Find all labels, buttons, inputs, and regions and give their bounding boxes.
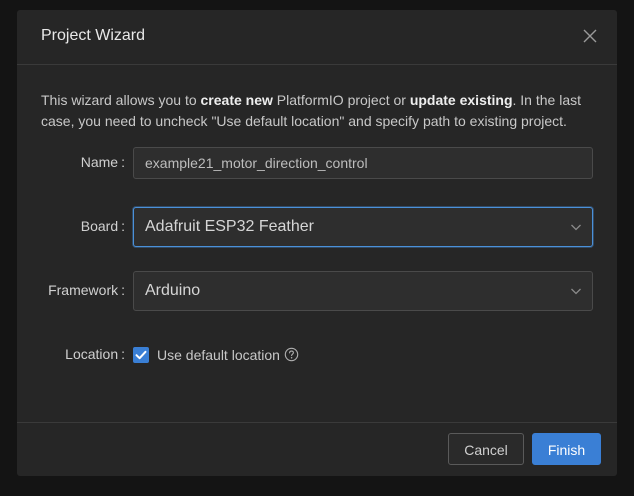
help-button[interactable]: [284, 347, 299, 362]
name-label: Name:: [80, 154, 125, 170]
location-label: Location:: [65, 346, 125, 362]
framework-label: Framework:: [48, 282, 125, 298]
finish-button[interactable]: Finish: [532, 433, 601, 465]
dialog-title: Project Wizard: [41, 27, 146, 44]
close-icon: [583, 29, 597, 43]
dialog-header: Project Wizard: [17, 10, 617, 65]
board-select[interactable]: Adafruit ESP32 Feather: [133, 207, 593, 247]
intro-bold-create-new: create new: [200, 92, 273, 108]
use-default-location-label[interactable]: Use default location: [157, 347, 280, 363]
check-icon: [135, 350, 147, 360]
close-button[interactable]: [581, 27, 599, 45]
project-wizard-dialog: Project Wizard This wizard allows you to…: [17, 10, 617, 476]
board-select-value: Adafruit ESP32 Feather: [145, 218, 314, 235]
chevron-down-icon: [571, 288, 581, 295]
dialog-footer: Cancel Finish: [17, 422, 617, 476]
question-circle-icon: [284, 347, 299, 362]
board-label: Board:: [80, 218, 125, 234]
framework-select-value: Arduino: [145, 282, 201, 299]
chevron-down-icon: [571, 224, 581, 231]
intro-bold-update-existing: update existing: [409, 92, 513, 108]
framework-select[interactable]: Arduino: [133, 271, 593, 311]
cancel-button[interactable]: Cancel: [448, 433, 524, 465]
name-input[interactable]: [133, 147, 593, 179]
use-default-location-checkbox[interactable]: [133, 347, 149, 363]
intro-text: This wizard allows you to create new Pla…: [41, 92, 581, 129]
